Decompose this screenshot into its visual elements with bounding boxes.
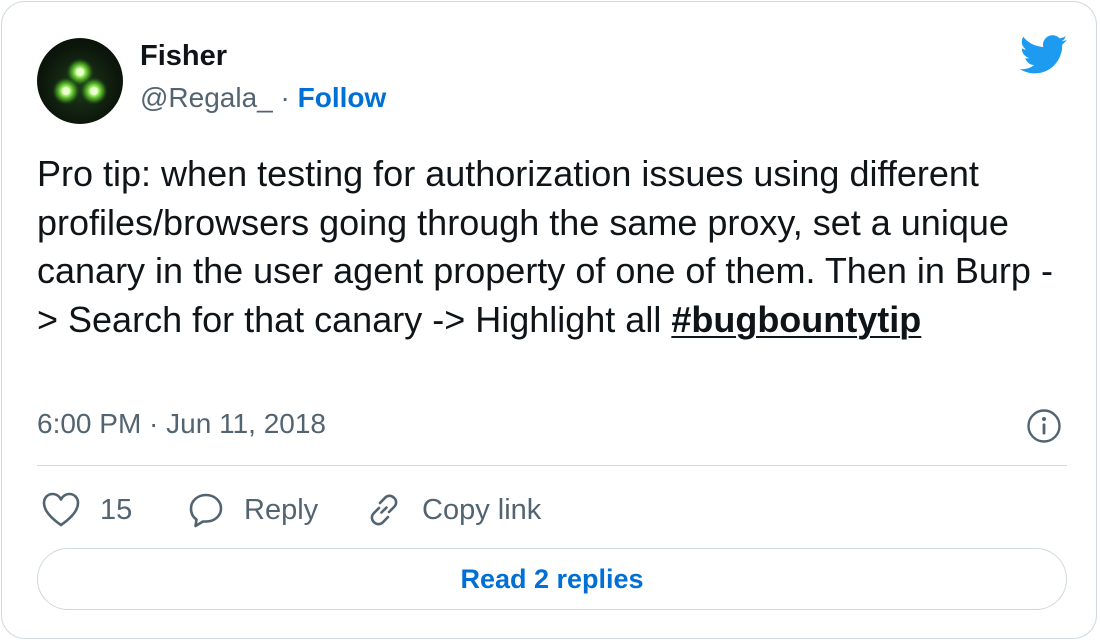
reply-label: Reply — [244, 493, 319, 526]
like-count: 15 — [100, 493, 133, 526]
author-handle-line: @Regala_ · Follow — [140, 82, 386, 114]
read-replies-label: Read 2 replies — [460, 563, 644, 594]
divider — [37, 465, 1067, 466]
copy-link-action[interactable]: Copy link — [366, 488, 541, 532]
avatar[interactable] — [37, 38, 123, 124]
link-icon — [370, 494, 398, 526]
twitter-bird-icon[interactable] — [1020, 35, 1068, 75]
hashtag-link[interactable]: #bugbountytip — [671, 299, 921, 340]
follow-button[interactable]: Follow — [298, 82, 387, 113]
like-action[interactable]: 15 — [42, 488, 132, 532]
tweet-timestamp[interactable]: 6:00 PM · Jun 11, 2018 — [37, 408, 326, 440]
tweet-text: Pro tip: when testing for authorization … — [37, 150, 1067, 344]
reply-action[interactable]: Reply — [188, 488, 318, 532]
heart-icon — [42, 492, 80, 527]
author-handle[interactable]: @Regala_ — [140, 82, 273, 113]
avatar-image — [52, 58, 108, 105]
copy-link-label: Copy link — [422, 493, 542, 526]
info-icon[interactable] — [1026, 408, 1062, 444]
speech-bubble-icon — [189, 493, 223, 528]
read-replies-button[interactable]: Read 2 replies — [37, 548, 1067, 610]
tweet-card: Fisher @Regala_ · Follow Pro tip: when t… — [1, 1, 1097, 639]
author-name[interactable]: Fisher — [140, 40, 227, 73]
separator-dot: · — [280, 82, 290, 113]
